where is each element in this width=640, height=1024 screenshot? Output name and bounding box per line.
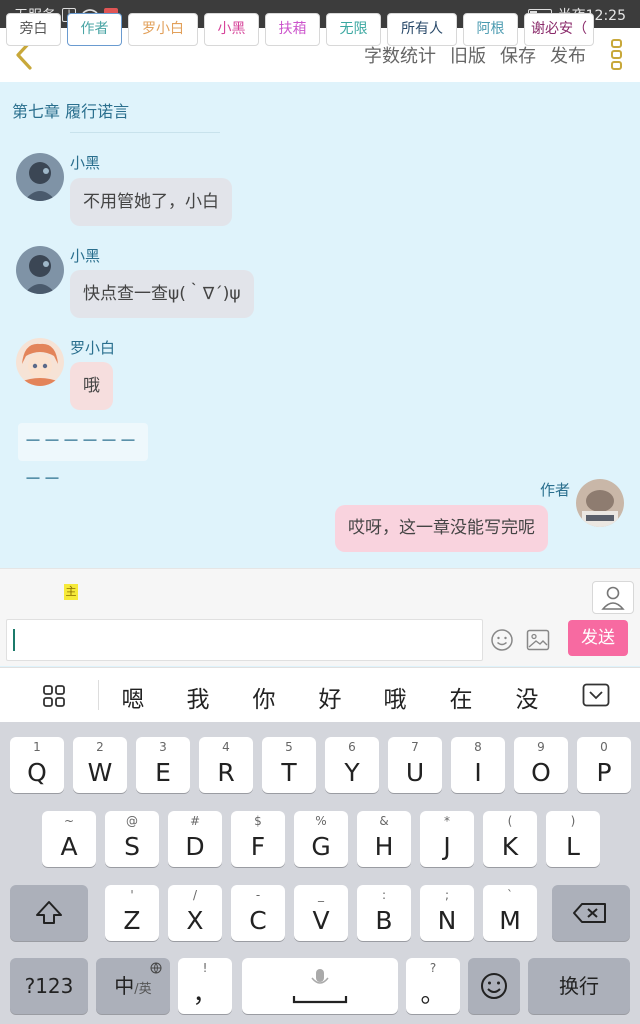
enter-key[interactable]: 换行 — [528, 958, 630, 1014]
key-f[interactable]: $ F — [231, 811, 285, 867]
character-chip[interactable]: 罗小白 — [128, 13, 198, 46]
chapter-title: 第七章 履行诺言 — [12, 102, 130, 121]
character-chip[interactable]: 旁白 — [6, 13, 61, 46]
key-p[interactable]: 0P — [577, 737, 631, 793]
key-a[interactable]: ~ A — [42, 811, 96, 867]
character-chip[interactable]: 阿根 — [463, 13, 518, 46]
key-i[interactable]: 8I — [451, 737, 505, 793]
key-e[interactable]: 3E — [136, 737, 190, 793]
message-bubble[interactable]: 快点查一查ψ(｀∇´)ψ — [70, 270, 254, 318]
ime-candidate[interactable]: 嗯 — [115, 680, 151, 714]
shift-key[interactable] — [10, 885, 88, 941]
key-g[interactable]: % G — [294, 811, 348, 867]
key-s[interactable]: @ S — [105, 811, 159, 867]
numbers-key[interactable]: ?123 — [10, 958, 88, 1014]
message-bubble[interactable]: 不用管她了，小白 — [70, 178, 232, 226]
key-v[interactable]: _ V — [294, 885, 348, 941]
ime-candidate[interactable]: 你 — [246, 680, 282, 714]
character-manager-button[interactable] — [592, 581, 634, 614]
key-d[interactable]: # D — [168, 811, 222, 867]
avatar-luoxiaobai[interactable] — [16, 338, 64, 386]
backspace-key[interactable] — [552, 885, 630, 941]
ime-candidate[interactable]: 好 — [312, 680, 348, 714]
ime-candidate[interactable]: 哦 — [377, 680, 413, 714]
collapse-keyboard-icon[interactable] — [582, 683, 610, 707]
character-chip-active[interactable]: 作者 — [67, 13, 122, 46]
emoji-key[interactable] — [468, 958, 520, 1014]
apps-grid-icon[interactable] — [42, 684, 66, 708]
key-n[interactable]: ; N — [420, 885, 474, 941]
key-r[interactable]: 4R — [199, 737, 253, 793]
language-switch-key[interactable]: 中/英 — [96, 958, 170, 1014]
ime-candidate[interactable]: 在 — [443, 680, 479, 714]
key-t[interactable]: 5T — [262, 737, 316, 793]
ime-candidate[interactable]: 我 — [180, 680, 216, 714]
emoji-face-icon — [481, 973, 507, 999]
avatar-xiaohei[interactable] — [16, 246, 64, 294]
message-bubble[interactable]: 哦 — [70, 362, 113, 410]
avatar-author[interactable] — [576, 479, 624, 527]
soft-keyboard: 1Q 2W 3E 4R 5T 6Y 7U 8I 9O 0P ~ A @ S # D $… — [0, 722, 640, 1024]
key-x[interactable]: / X — [168, 885, 222, 941]
more-menu-icon[interactable] — [610, 38, 624, 72]
key-w[interactable]: 2W — [73, 737, 127, 793]
character-chip[interactable]: 扶葙 — [265, 13, 320, 46]
chapter-divider — [70, 132, 220, 133]
message-sender: 罗小白 — [70, 339, 116, 357]
key-y[interactable]: 6Y — [325, 737, 379, 793]
shift-icon — [36, 901, 62, 924]
character-chip[interactable]: 谢必安（ — [524, 13, 594, 46]
key-l[interactable]: ) L — [546, 811, 600, 867]
key-z[interactable]: ' Z — [105, 885, 159, 941]
scene-divider-message[interactable]: －－－－－－－－ — [18, 423, 148, 490]
key-b[interactable]: :B — [357, 885, 411, 941]
send-button[interactable]: 发送 — [568, 620, 628, 656]
message-sender: 小黑 — [70, 154, 101, 172]
backspace-icon — [573, 903, 606, 923]
key-o[interactable]: 9O — [514, 737, 568, 793]
ime-candidate[interactable]: 没 — [509, 680, 545, 714]
key-k[interactable]: (K — [483, 811, 537, 867]
period-key[interactable]: ?。 — [406, 958, 460, 1014]
key-c[interactable]: -C — [231, 885, 285, 941]
space-key[interactable] — [242, 958, 398, 1014]
avatar-xiaohei[interactable] — [16, 153, 64, 201]
key-q[interactable]: 1Q — [10, 737, 64, 793]
character-chip[interactable]: 小黑 — [204, 13, 259, 46]
message-bubble[interactable]: 哎呀，这一章没能写完呢 — [335, 505, 548, 552]
key-m[interactable]: ` M — [483, 885, 537, 941]
image-icon[interactable] — [526, 629, 550, 651]
globe-icon — [150, 962, 162, 974]
compose-row: 发送 — [0, 616, 640, 666]
character-selector — [0, 568, 640, 616]
comma-key[interactable]: !， — [178, 958, 232, 1014]
message-input[interactable] — [6, 619, 483, 661]
text-caret — [13, 629, 15, 651]
ime-candidate-bar: 嗯 我 你 好 哦 在 没 — [0, 667, 640, 722]
microphone-icon — [292, 969, 348, 1004]
person-icon — [601, 586, 625, 610]
key-h[interactable]: & H — [357, 811, 411, 867]
key-j[interactable]: * J — [420, 811, 474, 867]
message-sender: 作者 — [540, 481, 571, 499]
character-chip[interactable]: 无限 — [326, 13, 381, 46]
candidate-separator — [98, 680, 99, 710]
character-chip[interactable]: 所有人 — [387, 13, 457, 46]
key-u[interactable]: 7U — [388, 737, 442, 793]
message-sender: 小黑 — [70, 247, 101, 265]
emoji-icon[interactable] — [490, 628, 514, 652]
owner-badge: 主 — [64, 584, 78, 600]
